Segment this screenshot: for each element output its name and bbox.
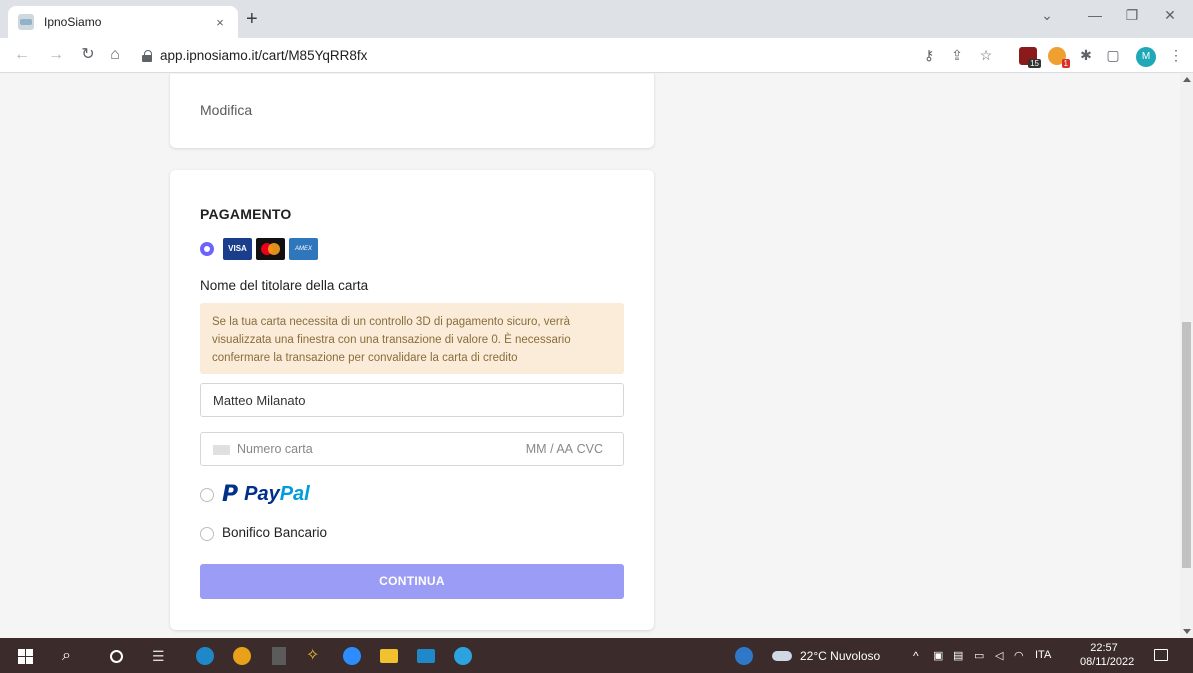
minimize-icon[interactable]: — <box>1085 7 1105 23</box>
previous-section-card: Modifica <box>170 74 654 148</box>
cvc-placeholder[interactable]: CVC <box>577 442 603 456</box>
paypal-radio[interactable] <box>200 488 214 502</box>
clock-time: 22:57 <box>1090 642 1118 654</box>
new-tab-button[interactable]: + <box>246 9 258 29</box>
mail-icon[interactable] <box>417 649 435 663</box>
reload-icon[interactable]: ↻ <box>78 46 98 64</box>
mastercard-logo-icon <box>256 238 285 260</box>
tab-strip: IpnoSiamo × + ⌄ — ❐ ✕ <box>0 0 1193 38</box>
card-number-field[interactable]: Numero carta MM / AA CVC <box>200 432 624 466</box>
windows-taskbar: ⌕ ☰ ✧ 22°C Nuvoloso ^ ▣ ▤ ▭ ◁ ◠ ITA 22:5… <box>0 638 1193 673</box>
cortana-icon[interactable] <box>110 650 123 663</box>
scroll-up-icon[interactable] <box>1183 77 1191 82</box>
extension-honey-icon[interactable]: 1 <box>1048 47 1070 68</box>
close-window-icon[interactable]: ✕ <box>1160 7 1180 24</box>
wifi-icon[interactable]: ◠ <box>1014 649 1024 662</box>
restore-icon[interactable]: ❐ <box>1122 7 1142 24</box>
forward-icon[interactable]: → <box>46 46 66 64</box>
paypal-logo[interactable]: P PayPal <box>222 482 310 507</box>
calculator-icon[interactable] <box>272 647 286 665</box>
scroll-thumb[interactable] <box>1182 322 1191 568</box>
modifica-link[interactable]: Modifica <box>200 102 252 118</box>
tab-close-icon[interactable]: × <box>212 15 228 30</box>
card-number-placeholder[interactable]: Numero carta <box>237 442 313 456</box>
puzzle-icon[interactable]: ✱ <box>1077 47 1095 63</box>
bonifico-radio[interactable] <box>200 527 214 541</box>
volume-icon[interactable]: ◁ <box>995 649 1003 662</box>
language-indicator[interactable]: ITA <box>1035 649 1051 661</box>
paint-icon[interactable]: ✧ <box>306 647 324 665</box>
lock-icon[interactable] <box>142 49 152 62</box>
url-text[interactable]: app.ipnosiamo.it/cart/M85YqRR8fx <box>160 48 367 63</box>
tray-app-icon[interactable]: ▣ <box>933 649 943 662</box>
help-icon[interactable] <box>735 647 753 665</box>
windows-start-icon[interactable] <box>16 647 34 665</box>
page-viewport: Modifica PAGAMENTO VISA AMEX Nome del ti… <box>0 74 1180 638</box>
key-icon[interactable]: ⚷ <box>920 47 938 63</box>
profile-avatar[interactable]: M <box>1136 47 1156 67</box>
weather-text[interactable]: 22°C Nuvoloso <box>800 649 880 663</box>
sidepanel-icon[interactable]: ▢ <box>1104 47 1122 63</box>
browser-toolbar: ← → ↻ ⌂ app.ipnosiamo.it/cart/M85YqRR8fx… <box>0 38 1193 73</box>
browser-tab[interactable]: IpnoSiamo × <box>8 6 238 38</box>
battery-icon[interactable]: ▭ <box>974 649 984 662</box>
share-icon[interactable]: ⇪ <box>948 47 966 63</box>
task-view-icon[interactable]: ☰ <box>152 647 170 665</box>
clock-date: 08/11/2022 <box>1080 656 1135 668</box>
site-favicon-icon <box>18 14 34 30</box>
star-icon[interactable]: ☆ <box>977 47 995 63</box>
menu-icon[interactable]: ⋮ <box>1167 47 1185 63</box>
cloud-icon <box>772 651 792 661</box>
extension-calendar-icon[interactable]: 15 <box>1019 47 1041 68</box>
telegram-icon[interactable] <box>454 647 472 665</box>
search-icon[interactable]: ⌕ <box>62 647 80 665</box>
bonifico-label[interactable]: Bonifico Bancario <box>222 525 327 540</box>
payment-card: PAGAMENTO VISA AMEX Nome del titolare de… <box>170 170 654 630</box>
notification-icon[interactable] <box>1154 649 1168 661</box>
credit-card-icon <box>213 445 230 455</box>
address-bar[interactable]: app.ipnosiamo.it/cart/M85YqRR8fx <box>142 42 1007 69</box>
tab-search-icon[interactable]: ⌄ <box>1037 7 1057 24</box>
payment-title: PAGAMENTO <box>200 206 292 222</box>
expiry-placeholder[interactable]: MM / AA <box>526 442 573 456</box>
chrome-icon[interactable] <box>233 647 251 665</box>
continue-button[interactable]: CONTINUA <box>200 564 624 599</box>
visa-logo-icon: VISA <box>223 238 252 260</box>
back-icon[interactable]: ← <box>12 46 32 64</box>
holder-name-input[interactable]: Matteo Milanato <box>200 383 624 417</box>
tab-title: IpnoSiamo <box>44 15 102 29</box>
tray-monitor-icon[interactable]: ▤ <box>953 649 963 662</box>
clock[interactable]: 22:57 08/11/2022 <box>1080 641 1135 669</box>
amex-logo-icon: AMEX <box>289 238 318 260</box>
edge-icon[interactable] <box>196 647 214 665</box>
home-icon[interactable]: ⌂ <box>105 46 125 64</box>
tray-chevron-icon[interactable]: ^ <box>913 649 919 663</box>
holder-label: Nome del titolare della carta <box>200 278 369 293</box>
page-scrollbar[interactable] <box>1180 74 1193 638</box>
scroll-down-icon[interactable] <box>1183 629 1191 634</box>
zoom-icon[interactable] <box>343 647 361 665</box>
card-radio[interactable] <box>200 242 214 256</box>
file-explorer-icon[interactable] <box>380 649 398 663</box>
holder-name-value: Matteo Milanato <box>213 393 306 408</box>
3d-secure-notice: Se la tua carta necessita di un controll… <box>200 303 624 374</box>
paypal-p-icon: P <box>222 482 239 507</box>
